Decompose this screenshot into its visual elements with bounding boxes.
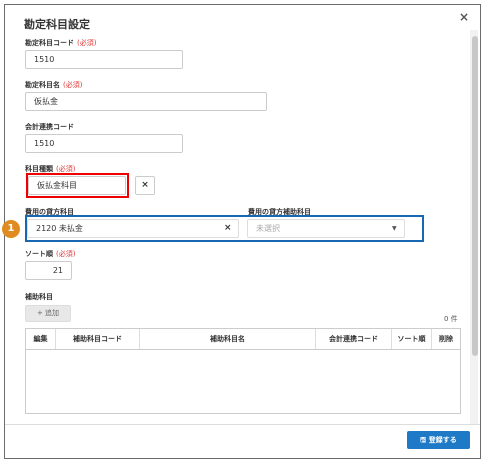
- scrollbar-thumb[interactable]: [472, 36, 478, 356]
- sort-order-label: ソート順 (必須): [25, 250, 76, 258]
- column-header-edit: 編集: [26, 329, 56, 349]
- highlight-blue-box: [25, 215, 424, 242]
- column-header-sub-code: 補助科目コード: [56, 329, 140, 349]
- sub-accounts-label: 補助科目: [25, 293, 53, 301]
- column-header-link-code: 会計連携コード: [316, 329, 392, 349]
- table-header: 編集 補助科目コード 補助科目名 会計連携コード ソート順 削除: [26, 329, 460, 350]
- account-name-label: 勘定科目名 (必須): [25, 81, 83, 89]
- close-icon[interactable]: ×: [459, 10, 469, 24]
- footer-divider: [5, 424, 480, 425]
- dialog-title: 勘定科目設定: [24, 18, 90, 31]
- link-code-label: 会計連携コード: [25, 123, 74, 131]
- step-badge: 1: [2, 220, 20, 238]
- column-header-delete: 削除: [439, 335, 453, 343]
- account-code-input[interactable]: 1510: [25, 50, 183, 69]
- column-header-sort-order: ソート順: [392, 329, 432, 349]
- account-name-input[interactable]: 仮払金: [25, 92, 267, 111]
- add-sub-account-button[interactable]: + 追加: [25, 305, 71, 322]
- save-button[interactable]: 🖫 登録する: [407, 431, 470, 449]
- account-code-label: 勘定科目コード (必須): [25, 39, 97, 47]
- sort-order-input[interactable]: 21: [25, 261, 72, 280]
- sub-accounts-count: 0 件: [444, 315, 458, 323]
- link-code-input[interactable]: 1510: [25, 134, 183, 153]
- category-clear-button[interactable]: ×: [135, 176, 155, 195]
- column-header-sub-name: 補助科目名: [140, 329, 316, 349]
- sub-accounts-table: 編集 補助科目コード 補助科目名 会計連携コード ソート順 削除: [25, 328, 461, 414]
- highlight-red-box: [26, 173, 129, 198]
